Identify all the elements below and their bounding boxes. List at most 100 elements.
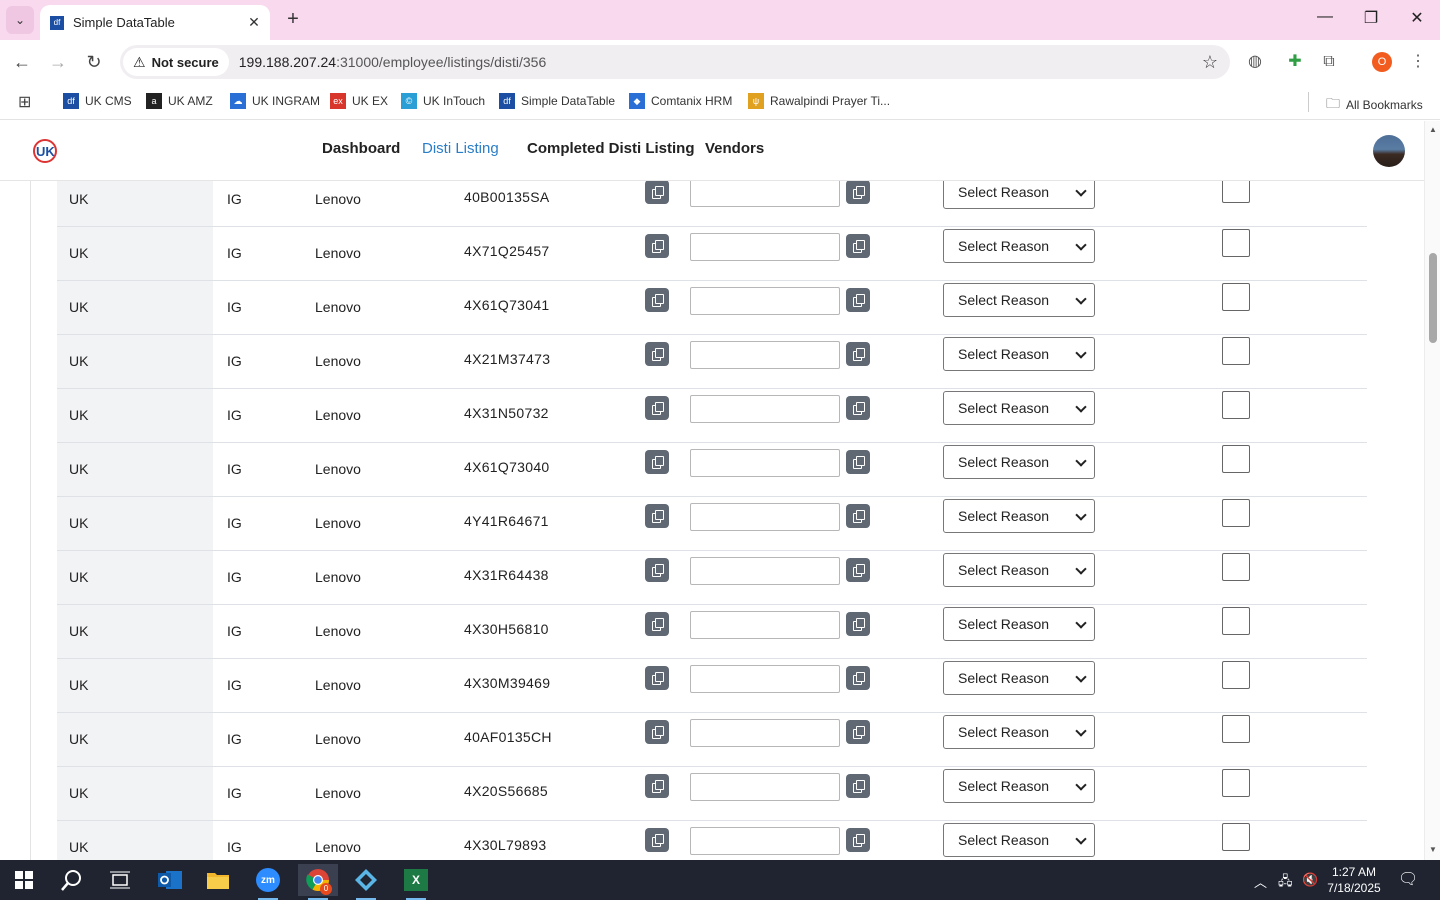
restore-icon[interactable]: ❐ bbox=[1356, 8, 1386, 28]
copy-part-button[interactable] bbox=[645, 234, 669, 258]
reason-select[interactable]: Select Reason bbox=[943, 607, 1095, 641]
row-checkbox[interactable] bbox=[1222, 769, 1250, 797]
row-checkbox[interactable] bbox=[1222, 337, 1250, 365]
row-checkbox[interactable] bbox=[1222, 499, 1250, 527]
value-input[interactable] bbox=[690, 611, 840, 639]
reason-select[interactable]: Select Reason bbox=[943, 769, 1095, 803]
reason-select[interactable]: Select Reason bbox=[943, 391, 1095, 425]
minimize-icon[interactable]: — bbox=[1310, 8, 1340, 26]
paste-button[interactable] bbox=[846, 234, 870, 258]
url-text[interactable]: 199.188.207.24:31000/employee/listings/d… bbox=[239, 54, 1190, 70]
row-checkbox[interactable] bbox=[1222, 607, 1250, 635]
notifications-icon[interactable]: 🗨 bbox=[1398, 869, 1418, 889]
bookmark-item[interactable]: a UK AMZ bbox=[146, 93, 213, 109]
reason-select[interactable]: Select Reason bbox=[943, 229, 1095, 263]
row-checkbox[interactable] bbox=[1222, 445, 1250, 473]
paste-button[interactable] bbox=[846, 774, 870, 798]
reason-select[interactable]: Select Reason bbox=[943, 283, 1095, 317]
zoom-icon[interactable]: zm bbox=[248, 864, 288, 900]
scroll-up-icon[interactable]: ▲ bbox=[1429, 125, 1437, 134]
row-checkbox[interactable] bbox=[1222, 391, 1250, 419]
copy-part-button[interactable] bbox=[645, 180, 669, 204]
excel-icon[interactable]: X bbox=[396, 864, 436, 900]
paste-button[interactable] bbox=[846, 450, 870, 474]
tab-search-menu-icon[interactable]: ⌄ bbox=[6, 6, 34, 34]
row-checkbox[interactable] bbox=[1222, 553, 1250, 581]
copy-part-button[interactable] bbox=[645, 666, 669, 690]
paste-button[interactable] bbox=[846, 666, 870, 690]
close-tab-icon[interactable]: ✕ bbox=[244, 14, 264, 31]
task-view-icon[interactable] bbox=[100, 864, 140, 896]
paste-button[interactable] bbox=[846, 612, 870, 636]
show-hidden-icons-icon[interactable]: ︿ bbox=[1254, 872, 1267, 891]
bookmark-item[interactable]: ☁ UK INGRAM bbox=[230, 93, 320, 109]
copy-part-button[interactable] bbox=[645, 720, 669, 744]
reason-select[interactable]: Select Reason bbox=[943, 337, 1095, 371]
copy-part-button[interactable] bbox=[645, 774, 669, 798]
value-input[interactable] bbox=[690, 449, 840, 477]
page-scrollbar[interactable]: ▲ ▼ bbox=[1424, 121, 1440, 860]
site-security-chip[interactable]: ⚠ Not secure bbox=[123, 48, 229, 76]
nav-completed-disti-listing[interactable]: Completed Disti Listing bbox=[527, 140, 695, 157]
copy-part-button[interactable] bbox=[645, 828, 669, 852]
reload-icon[interactable]: ↻ bbox=[82, 52, 106, 73]
value-input[interactable] bbox=[690, 665, 840, 693]
chrome-icon[interactable]: 0 bbox=[298, 864, 338, 900]
profile-avatar[interactable]: O bbox=[1372, 52, 1392, 72]
nav-vendors[interactable]: Vendors bbox=[705, 140, 764, 157]
paste-button[interactable] bbox=[846, 720, 870, 744]
apps-grid-icon[interactable]: ⊞ bbox=[18, 92, 31, 112]
search-icon[interactable] bbox=[52, 864, 92, 896]
copy-part-button[interactable] bbox=[645, 342, 669, 366]
back-icon[interactable]: ← bbox=[10, 52, 34, 73]
value-input[interactable] bbox=[690, 773, 840, 801]
extensions-puzzle-icon[interactable]: ⧉ bbox=[1317, 50, 1341, 74]
outlook-icon[interactable] bbox=[150, 864, 190, 896]
value-input[interactable] bbox=[690, 395, 840, 423]
copy-part-button[interactable] bbox=[645, 612, 669, 636]
copy-part-button[interactable] bbox=[645, 558, 669, 582]
reason-select[interactable]: Select Reason bbox=[943, 553, 1095, 587]
close-window-icon[interactable]: ✕ bbox=[1402, 8, 1432, 28]
paste-button[interactable] bbox=[846, 396, 870, 420]
value-input[interactable] bbox=[690, 179, 840, 207]
paste-button[interactable] bbox=[846, 828, 870, 852]
all-bookmarks[interactable]: 🗀 All Bookmarks bbox=[1326, 93, 1423, 117]
copy-part-button[interactable] bbox=[645, 396, 669, 420]
nav-dashboard[interactable]: Dashboard bbox=[322, 140, 400, 157]
reason-select[interactable]: Select Reason bbox=[943, 445, 1095, 479]
browser-tab[interactable]: df Simple DataTable ✕ bbox=[40, 5, 270, 40]
reason-select[interactable]: Select Reason bbox=[943, 499, 1095, 533]
bookmark-item[interactable]: df Simple DataTable bbox=[499, 93, 615, 109]
translate-icon[interactable]: ◍ bbox=[1243, 50, 1267, 74]
row-checkbox[interactable] bbox=[1222, 823, 1250, 851]
omnibox[interactable]: ⚠ Not secure 199.188.207.24:31000/employ… bbox=[120, 45, 1230, 79]
value-input[interactable] bbox=[690, 341, 840, 369]
paste-button[interactable] bbox=[846, 504, 870, 528]
value-input[interactable] bbox=[690, 233, 840, 261]
bookmark-item[interactable]: © UK InTouch bbox=[401, 93, 485, 109]
copy-part-button[interactable] bbox=[645, 288, 669, 312]
value-input[interactable] bbox=[690, 503, 840, 531]
bookmark-star-icon[interactable]: ☆ bbox=[1190, 52, 1230, 73]
scroll-down-icon[interactable]: ▼ bbox=[1429, 845, 1437, 854]
reason-select[interactable]: Select Reason bbox=[943, 715, 1095, 749]
reason-select[interactable]: Select Reason bbox=[943, 823, 1095, 857]
browser-menu-icon[interactable]: ⋮ bbox=[1406, 50, 1430, 74]
reason-select[interactable]: Select Reason bbox=[943, 661, 1095, 695]
bookmark-item[interactable]: ex UK EX bbox=[330, 93, 388, 109]
new-tab-button[interactable]: + bbox=[282, 8, 304, 31]
bookmark-item[interactable]: ◆ Comtanix HRM bbox=[629, 93, 732, 109]
forward-icon[interactable]: → bbox=[46, 52, 70, 73]
windows-start-icon[interactable] bbox=[4, 864, 44, 896]
nav-disti-listing[interactable]: Disti Listing bbox=[422, 140, 499, 157]
row-checkbox[interactable] bbox=[1222, 283, 1250, 311]
file-explorer-icon[interactable] bbox=[198, 864, 238, 896]
paste-button[interactable] bbox=[846, 558, 870, 582]
scrollbar-thumb[interactable] bbox=[1429, 253, 1437, 343]
user-avatar[interactable] bbox=[1373, 135, 1405, 167]
row-checkbox[interactable] bbox=[1222, 715, 1250, 743]
bookmark-item[interactable]: df UK CMS bbox=[63, 93, 132, 109]
paste-button[interactable] bbox=[846, 288, 870, 312]
row-checkbox[interactable] bbox=[1222, 229, 1250, 257]
